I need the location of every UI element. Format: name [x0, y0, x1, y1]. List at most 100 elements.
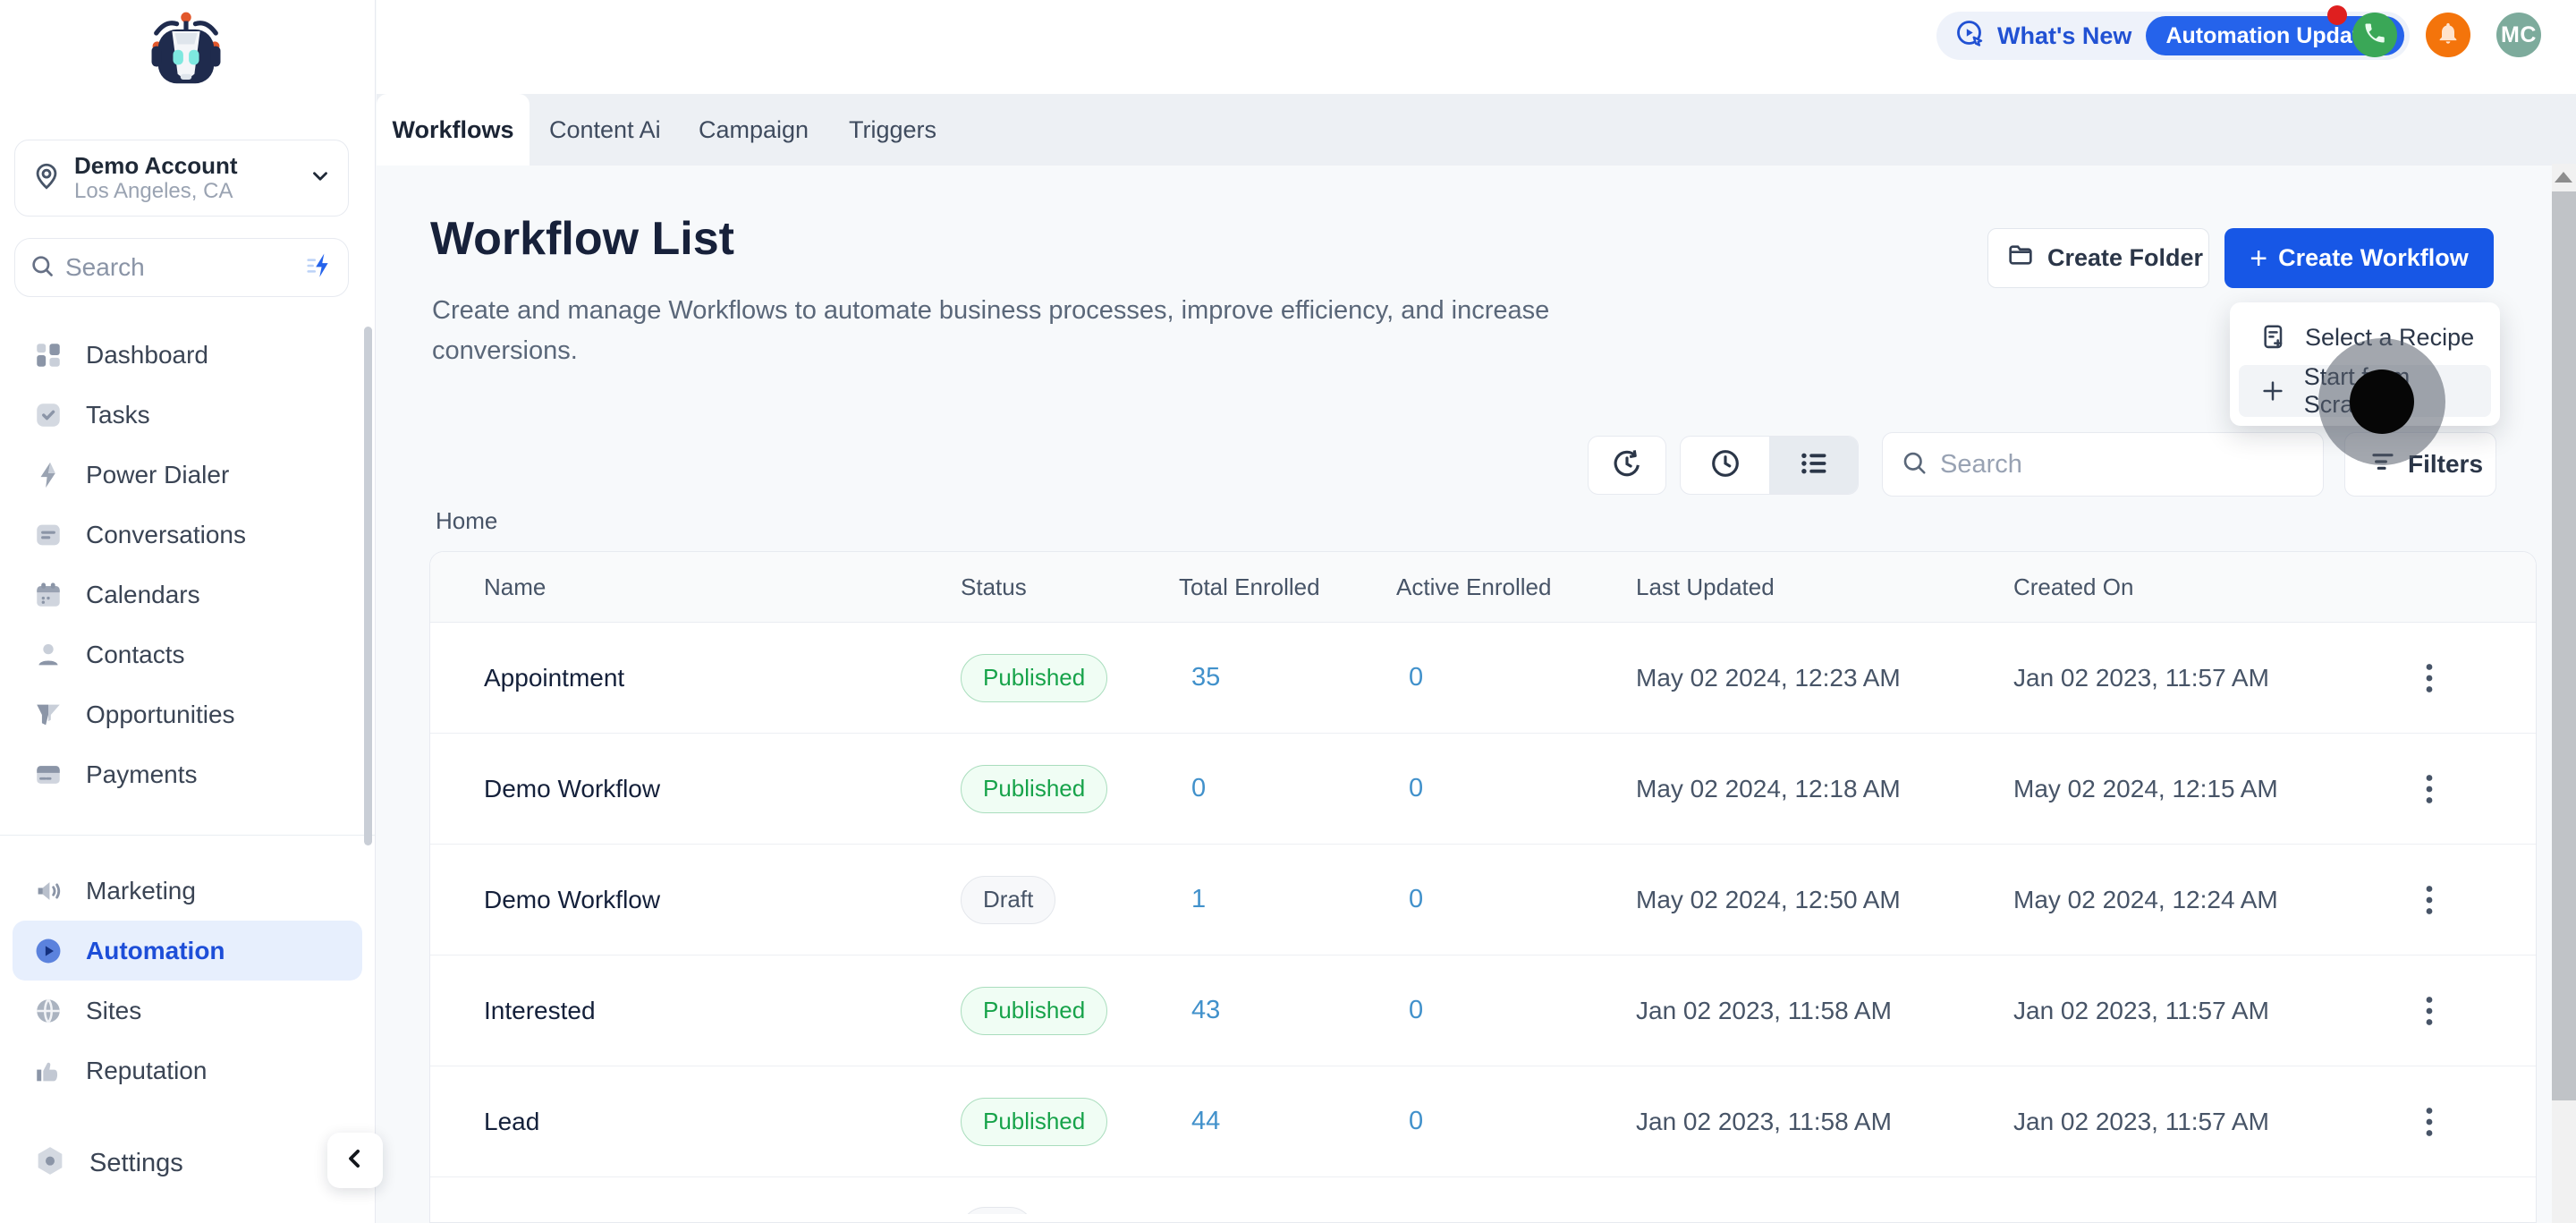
play-circle-icon	[32, 935, 64, 967]
row-menu-button[interactable]	[2416, 771, 2536, 807]
status-badge: Published	[961, 654, 1107, 702]
calendar-icon	[32, 579, 64, 611]
phone-button[interactable]	[2352, 13, 2397, 57]
user-avatar[interactable]: MC	[2496, 13, 2541, 57]
last-updated: Jan 02 2023, 11:58 AM	[1636, 997, 2013, 1025]
page-scrollbar-thumb[interactable]	[2552, 191, 2576, 1100]
sidebar-item-dashboard[interactable]: Dashboard	[0, 325, 375, 385]
chat-icon	[32, 519, 64, 551]
last-updated: May 02 2024, 12:50 AM	[1636, 886, 2013, 914]
phone-icon	[2362, 21, 2387, 50]
chevron-down-icon	[309, 165, 332, 192]
sidebar-item-calendars[interactable]: Calendars	[0, 565, 375, 624]
table-row[interactable]: Interested Published 43 0 Jan 02 2023, 1…	[430, 955, 2536, 1066]
sidebar-item-tasks[interactable]: Tasks	[0, 385, 375, 445]
total-enrolled-link[interactable]: 0	[1179, 774, 1396, 803]
search-icon	[1901, 449, 1928, 480]
sidebar-divider	[0, 835, 375, 836]
created-on: Jan 02 2023, 11:57 AM	[2013, 997, 2416, 1025]
last-updated: Jan 02 2023, 11:58 AM	[1636, 1108, 2013, 1136]
workflow-name[interactable]: Demo Workflow	[484, 886, 961, 914]
total-enrolled-link[interactable]: 43	[1179, 996, 1396, 1025]
workflow-name[interactable]: Demo Workflow	[484, 775, 961, 803]
sidebar: Demo Account Los Angeles, CA Das	[0, 0, 376, 1223]
table-row[interactable]: Demo Workflow Published 0 0 May 02 2024,…	[430, 734, 2536, 845]
active-enrolled-link[interactable]: 0	[1396, 996, 1636, 1025]
check-square-icon	[32, 399, 64, 431]
list-view-button[interactable]	[1769, 437, 1858, 494]
tab-bar: Workflows Content Ai Campaign Triggers	[377, 94, 2576, 166]
workflow-search[interactable]	[1882, 432, 2324, 497]
whats-new-label: What's New	[1997, 22, 2131, 50]
total-enrolled-link[interactable]: 35	[1179, 663, 1396, 692]
breadcrumb[interactable]: Home	[436, 507, 497, 535]
menu-item-select-recipe[interactable]: Select a Recipe	[2230, 310, 2500, 365]
active-enrolled-link[interactable]: 0	[1396, 1107, 1636, 1136]
sidebar-scrollbar-thumb[interactable]	[364, 327, 372, 845]
sidebar-item-marketing[interactable]: Marketing	[0, 861, 375, 921]
workflow-table: Name Status Total Enrolled Active Enroll…	[429, 551, 2537, 1223]
tab-content-ai[interactable]: Content Ai	[549, 94, 661, 166]
page-title: Workflow List	[430, 212, 734, 266]
table-row[interactable]: Appointment Published 35 0 May 02 2024, …	[430, 623, 2536, 734]
col-name: Name	[484, 573, 961, 601]
workflow-name[interactable]: Appointment	[484, 664, 961, 692]
row-menu-button[interactable]	[2416, 882, 2536, 918]
total-enrolled-link[interactable]: 1	[1179, 885, 1396, 914]
row-menu-button[interactable]	[2416, 660, 2536, 696]
sidebar-item-power-dialer[interactable]: Power Dialer	[0, 445, 375, 505]
sidebar-item-automation[interactable]: Automation	[13, 921, 362, 981]
col-active-enrolled: Active Enrolled	[1396, 573, 1636, 601]
status-badge: Draft	[961, 876, 1055, 924]
tab-campaign[interactable]: Campaign	[699, 94, 809, 166]
status-badge: Published	[961, 765, 1107, 813]
workflow-search-input[interactable]	[1940, 450, 2305, 480]
account-switcher[interactable]: Demo Account Los Angeles, CA	[14, 140, 349, 217]
sidebar-item-payments[interactable]: Payments	[0, 744, 375, 804]
lightning-icon	[32, 459, 64, 491]
sidebar-item-settings[interactable]: Settings	[32, 1143, 183, 1184]
sidebar-search[interactable]	[14, 238, 349, 297]
app-screen: Demo Account Los Angeles, CA Das	[0, 0, 2576, 1223]
create-folder-button[interactable]: Create Folder	[1987, 228, 2209, 288]
table-row[interactable]: Demo Workflow Draft 1 0 May 02 2024, 12:…	[430, 845, 2536, 955]
workflow-name[interactable]: Lead	[484, 1108, 961, 1136]
menu-item-start-from-scratch[interactable]: Start from Scratch	[2239, 365, 2491, 417]
total-enrolled-link[interactable]: 44	[1179, 1107, 1396, 1136]
clock-icon	[1708, 446, 1742, 485]
workflow-name[interactable]: Interested	[484, 997, 961, 1025]
create-workflow-button[interactable]: + Create Workflow	[2224, 228, 2494, 288]
col-status: Status	[961, 573, 1179, 601]
enrollment-history-button[interactable]	[1588, 436, 1666, 495]
tab-triggers[interactable]: Triggers	[849, 94, 936, 166]
sidebar-item-sites[interactable]: Sites	[0, 981, 375, 1040]
sidebar-item-contacts[interactable]: Contacts	[0, 624, 375, 684]
active-enrolled-link[interactable]: 0	[1396, 774, 1636, 803]
sidebar-nav: Dashboard Tasks Power Dialer Conversatio…	[0, 325, 375, 1094]
table-row[interactable]: Lead Published 44 0 Jan 02 2023, 11:58 A…	[430, 1066, 2536, 1177]
row-menu-button[interactable]	[2416, 993, 2536, 1029]
sidebar-collapse-button[interactable]	[327, 1133, 383, 1188]
bell-icon	[2436, 21, 2461, 50]
table-row-partial[interactable]: Draft	[430, 1177, 2536, 1214]
filters-button[interactable]: Filters	[2344, 432, 2496, 497]
sidebar-item-reputation[interactable]: Reputation	[0, 1040, 375, 1094]
tab-workflows[interactable]: Workflows	[377, 94, 530, 166]
time-view-button[interactable]	[1681, 437, 1769, 494]
plus-icon: +	[2250, 245, 2267, 272]
sidebar-item-conversations[interactable]: Conversations	[0, 505, 375, 565]
gear-icon	[32, 1143, 68, 1184]
status-badge: Published	[961, 1098, 1107, 1146]
status-badge: Draft	[961, 1207, 1034, 1214]
sidebar-search-input[interactable]	[65, 253, 303, 282]
scrollbar-up-arrow[interactable]	[2555, 172, 2572, 183]
active-enrolled-link[interactable]: 0	[1396, 885, 1636, 914]
created-on: Jan 02 2023, 11:57 AM	[2013, 1108, 2416, 1136]
row-menu-button[interactable]	[2416, 1104, 2536, 1140]
sidebar-item-opportunities[interactable]: Opportunities	[0, 684, 375, 744]
notifications-button[interactable]	[2426, 13, 2470, 57]
created-on: May 02 2024, 12:15 AM	[2013, 775, 2416, 803]
active-enrolled-link[interactable]: 0	[1396, 663, 1636, 692]
video-announce-icon	[1954, 18, 1987, 55]
quick-actions-bolt-icon[interactable]	[303, 251, 334, 285]
